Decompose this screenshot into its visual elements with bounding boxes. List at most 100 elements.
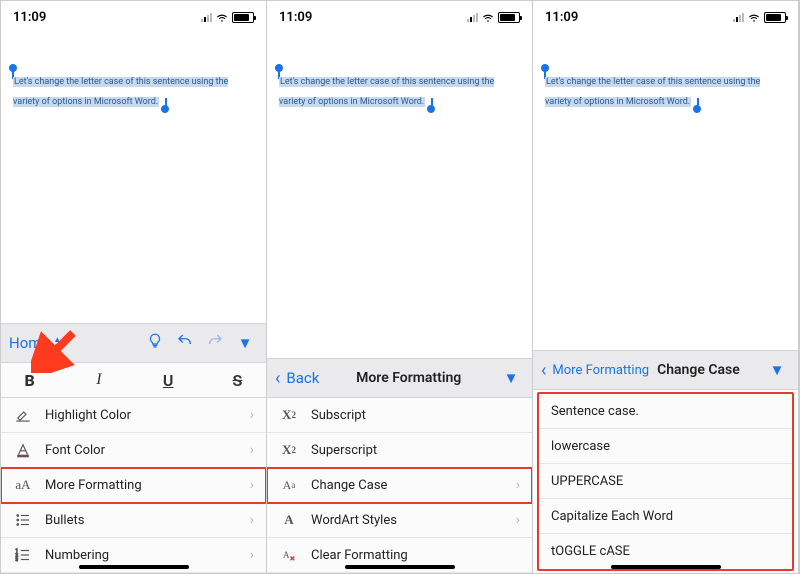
- chevron-right-icon: ›: [516, 512, 520, 528]
- numbering-icon: 123: [13, 546, 33, 564]
- uppercase-label: UPPERCASE: [551, 474, 623, 489]
- highlight-color-row[interactable]: Highlight Color ›: [1, 398, 266, 433]
- selection-handle-start[interactable]: [275, 64, 283, 72]
- uppercase-row[interactable]: UPPERCASE: [539, 464, 792, 499]
- battery-icon: [232, 12, 254, 23]
- bullets-row[interactable]: Bullets ›: [1, 503, 266, 538]
- more-formatting-row[interactable]: aA More Formatting ›: [1, 468, 266, 503]
- toolbar-title: More Formatting: [323, 370, 494, 386]
- sentence-case-row[interactable]: Sentence case.: [539, 394, 792, 429]
- collapse-ribbon-icon[interactable]: ▼: [764, 361, 790, 379]
- highlight-label: Highlight Color: [45, 408, 131, 423]
- wifi-icon: [481, 12, 495, 22]
- font-color-row[interactable]: Font Color ›: [1, 433, 266, 468]
- selection-handle-end[interactable]: [693, 105, 701, 113]
- change-case-icon: Aa: [279, 478, 299, 493]
- collapse-ribbon-icon[interactable]: ▼: [498, 369, 524, 387]
- toggle-case-label: tOGGLE cASE: [551, 544, 630, 559]
- back-chevron-icon[interactable]: ‹: [275, 368, 280, 389]
- panel-home: 11:09 Let's change the letter case of th…: [1, 1, 267, 573]
- status-icons: [201, 12, 254, 23]
- strikethrough-button[interactable]: S: [209, 363, 266, 397]
- more-formatting-icon: aA: [13, 477, 33, 493]
- panel-change-case: 11:09 Let's change the letter case of th…: [533, 1, 799, 573]
- chevron-right-icon: ›: [250, 407, 254, 423]
- home-indicator[interactable]: [611, 565, 721, 569]
- document-area[interactable]: Let's change the letter case of this sen…: [267, 29, 532, 358]
- selected-text[interactable]: Let's change the letter case of this sen…: [545, 77, 760, 107]
- chevron-right-icon: ›: [250, 442, 254, 458]
- clear-formatting-icon: A: [279, 546, 299, 564]
- toolbar-title: Change Case: [653, 362, 740, 378]
- bold-button[interactable]: B: [1, 363, 58, 397]
- selection-handle-start[interactable]: [541, 64, 549, 72]
- back-button[interactable]: More Formatting: [552, 363, 649, 378]
- collapse-ribbon-icon[interactable]: ▼: [232, 334, 258, 352]
- back-chevron-icon[interactable]: ‹: [541, 360, 546, 381]
- subscript-row[interactable]: X2 Subscript: [267, 398, 532, 433]
- ribbon-toolbar: ‹ More Formatting Change Case ▼: [533, 350, 798, 390]
- numbering-label: Numbering: [45, 548, 109, 563]
- sentence-case-label: Sentence case.: [551, 404, 639, 419]
- wifi-icon: [215, 12, 229, 22]
- toggle-case-row[interactable]: tOGGLE cASE: [539, 534, 792, 569]
- chevron-right-icon: ›: [250, 477, 254, 493]
- change-case-menu: Sentence case. lowercase UPPERCASE Capit…: [533, 390, 798, 573]
- document-area[interactable]: Let's change the letter case of this sen…: [1, 29, 266, 323]
- document-area[interactable]: Let's change the letter case of this sen…: [533, 29, 798, 350]
- svg-text:A: A: [283, 550, 290, 560]
- italic-button[interactable]: I: [70, 363, 127, 397]
- status-time: 11:09: [279, 10, 312, 25]
- status-bar: 11:09: [267, 1, 532, 29]
- clear-formatting-label: Clear Formatting: [311, 548, 408, 563]
- change-case-row[interactable]: Aa Change Case ›: [267, 468, 532, 503]
- signal-icon: [733, 12, 744, 22]
- highlight-icon: [13, 406, 33, 424]
- status-bar: 11:09: [1, 1, 266, 29]
- wordart-row[interactable]: A WordArt Styles ›: [267, 503, 532, 538]
- lowercase-row[interactable]: lowercase: [539, 429, 792, 464]
- status-icons: [733, 12, 786, 23]
- wifi-icon: [747, 12, 761, 22]
- redo-icon[interactable]: [202, 332, 228, 354]
- status-bar: 11:09: [533, 1, 798, 29]
- selection-handle-start[interactable]: [9, 64, 17, 72]
- signal-icon: [467, 12, 478, 22]
- svg-text:3: 3: [16, 557, 19, 563]
- selected-text[interactable]: Let's change the letter case of this sen…: [13, 77, 228, 107]
- underline-button[interactable]: U: [140, 363, 197, 397]
- more-formatting-label: More Formatting: [45, 478, 142, 493]
- chevron-right-icon: ›: [516, 477, 520, 493]
- signal-icon: [201, 12, 212, 22]
- panel-more-formatting: 11:09 Let's change the letter case of th…: [267, 1, 533, 573]
- home-indicator[interactable]: [79, 565, 189, 569]
- back-button[interactable]: Back: [286, 369, 319, 387]
- superscript-label: Superscript: [311, 443, 377, 458]
- bullets-icon: [13, 511, 33, 529]
- font-color-icon: [13, 441, 33, 459]
- undo-icon[interactable]: [172, 332, 198, 354]
- ribbon-toolbar: ‹ Back More Formatting ▼: [267, 358, 532, 398]
- lowercase-label: lowercase: [551, 439, 610, 454]
- change-case-label: Change Case: [311, 478, 387, 493]
- wordart-label: WordArt Styles: [311, 513, 397, 528]
- battery-icon: [764, 12, 786, 23]
- selected-text[interactable]: Let's change the letter case of this sen…: [279, 77, 494, 107]
- bullets-label: Bullets: [45, 513, 84, 528]
- superscript-row[interactable]: X2 Superscript: [267, 433, 532, 468]
- selection-handle-end[interactable]: [161, 105, 169, 113]
- superscript-icon: X2: [279, 442, 299, 458]
- capitalize-each-word-row[interactable]: Capitalize Each Word: [539, 499, 792, 534]
- more-formatting-menu: X2 Subscript X2 Superscript Aa Change Ca…: [267, 398, 532, 573]
- lightbulb-icon[interactable]: [142, 332, 168, 354]
- subscript-icon: X2: [279, 407, 299, 423]
- font-color-label: Font Color: [45, 443, 105, 458]
- battery-icon: [498, 12, 520, 23]
- chevron-right-icon: ›: [250, 547, 254, 563]
- home-indicator[interactable]: [345, 565, 455, 569]
- subscript-label: Subscript: [311, 408, 366, 423]
- selection-handle-end[interactable]: [427, 105, 435, 113]
- biu-row: B I U S: [1, 363, 266, 398]
- status-time: 11:09: [545, 10, 578, 25]
- wordart-icon: A: [279, 512, 299, 528]
